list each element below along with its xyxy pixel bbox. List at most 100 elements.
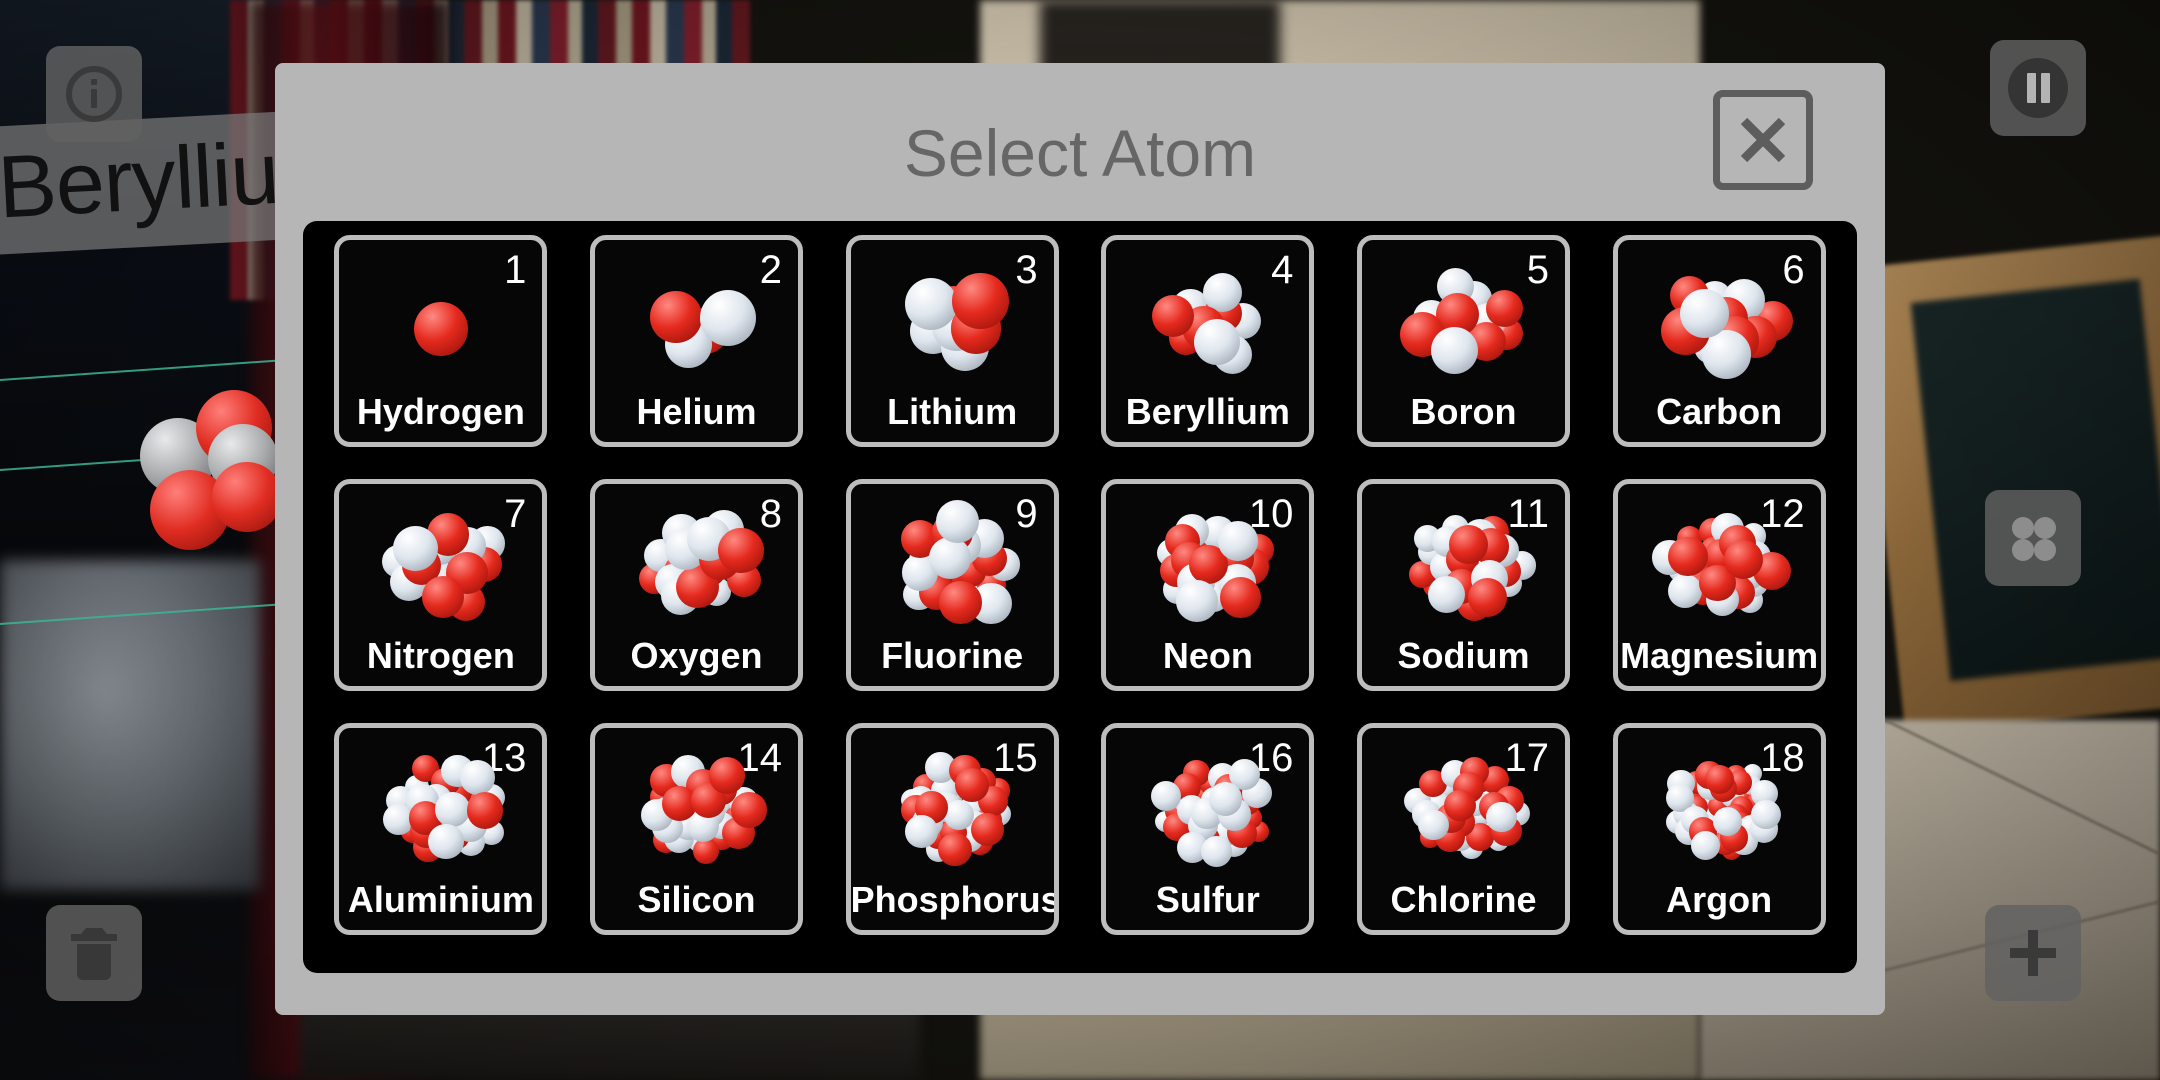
close-icon xyxy=(1740,117,1786,163)
atom-name: Boron xyxy=(1410,391,1517,432)
nucleon-proton xyxy=(1704,765,1734,795)
atom-number: 15 xyxy=(993,736,1038,780)
atom-cell-aluminium[interactable]: 13 Aluminium xyxy=(334,723,548,935)
atom-cell-sodium[interactable]: 11 Sodium xyxy=(1356,479,1570,691)
delete-button[interactable] xyxy=(46,905,142,1001)
nucleon-proton xyxy=(1668,536,1708,576)
nucleon-proton xyxy=(938,832,972,866)
atom-number: 10 xyxy=(1248,492,1294,536)
plus-icon xyxy=(2010,930,2056,976)
nucleon-neutron xyxy=(700,289,757,346)
atom-name: Aluminium xyxy=(347,879,534,920)
atom-name: Hydrogen xyxy=(356,391,525,432)
info-button[interactable] xyxy=(46,46,142,142)
nucleon-proton xyxy=(1444,789,1476,821)
atom-number: 9 xyxy=(1015,492,1038,536)
atom-cell-neon[interactable]: 10 Neon xyxy=(1101,479,1315,691)
atom-cell-phosphorus[interactable]: 15 Phosphorus xyxy=(845,723,1059,935)
atom-name: Sodium xyxy=(1397,635,1530,676)
select-atom-dialog: Select Atom 1 Hydrogen 2 Helium 3 Lithium 4 Ber… xyxy=(275,63,1885,1015)
atom-name: Nitrogen xyxy=(366,635,515,676)
nucleon-neutron xyxy=(1417,809,1449,841)
atom-name: Magnesium xyxy=(1620,635,1819,676)
atom-cell-helium[interactable]: 2 Helium xyxy=(589,235,803,447)
nucleon-proton xyxy=(1467,577,1508,618)
pause-icon xyxy=(2008,58,2068,118)
nucleon-neutron xyxy=(1217,521,1258,562)
nucleon-proton xyxy=(955,768,989,802)
atom-number: 11 xyxy=(1507,492,1549,536)
apps-grid-button[interactable] xyxy=(1985,490,2081,586)
nucleon-neutron xyxy=(1427,575,1465,613)
atom-name: Carbon xyxy=(1656,391,1783,432)
nucleon-proton xyxy=(466,792,504,829)
atom-number: 3 xyxy=(1015,248,1038,292)
atom-number: 1 xyxy=(504,248,527,292)
atom-number: 8 xyxy=(759,492,782,536)
info-icon xyxy=(66,66,122,122)
nucleon-neutron xyxy=(435,792,470,827)
atom-name: Beryllium xyxy=(1125,391,1290,432)
nucleon-neutron xyxy=(1680,288,1730,338)
close-button[interactable] xyxy=(1713,90,1813,190)
nucleon-proton xyxy=(731,792,767,828)
atom-cell-magnesium[interactable]: 12 Magnesium xyxy=(1612,479,1826,691)
atom-cell-oxygen[interactable]: 8 Oxygen xyxy=(589,479,803,691)
atom-cell-silicon[interactable]: 14 Silicon xyxy=(589,723,803,935)
atom-name: Fluorine xyxy=(881,635,1024,676)
atom-cell-chlorine[interactable]: 17 Chlorine xyxy=(1356,723,1570,935)
nucleon-proton xyxy=(952,273,1009,330)
atom-cell-hydrogen[interactable]: 1 Hydrogen xyxy=(334,235,548,447)
nucleon-proton xyxy=(414,301,468,356)
atom-cell-argon[interactable]: 18 Argon xyxy=(1612,723,1826,935)
atom-cell-sulfur[interactable]: 16 Sulfur xyxy=(1101,723,1315,935)
nucleon-neutron xyxy=(1691,830,1721,860)
nucleon-neutron xyxy=(428,823,464,860)
atom-number: 17 xyxy=(1504,736,1549,780)
atom-name: Lithium xyxy=(887,391,1018,432)
atom-number: 12 xyxy=(1760,492,1805,536)
dialog-header: Select Atom xyxy=(275,63,1885,221)
nucleon-neutron xyxy=(1200,836,1233,868)
atom-cell-boron[interactable]: 5 Boron xyxy=(1356,235,1570,447)
atom-cell-lithium[interactable]: 3 Lithium xyxy=(845,235,1059,447)
atom-number: 5 xyxy=(1526,248,1549,292)
nucleon-neutron xyxy=(1668,574,1702,609)
atom-number: 2 xyxy=(759,248,782,292)
nucleon-proton xyxy=(1448,525,1488,564)
page-title: Select Atom xyxy=(903,116,1257,190)
nucleon-proton xyxy=(970,812,1005,847)
atom-number: 4 xyxy=(1271,248,1294,292)
atom-name: Sulfur xyxy=(1155,879,1260,920)
nucleon-neutron xyxy=(905,815,938,848)
nucleon-neutron xyxy=(460,760,495,795)
four-dots-grid-icon xyxy=(2012,517,2056,561)
add-button[interactable] xyxy=(1985,905,2081,1001)
atom-cell-fluorine[interactable]: 9 Fluorine xyxy=(845,479,1059,691)
nucleon-proton xyxy=(717,527,764,574)
atom-cell-nitrogen[interactable]: 7 Nitrogen xyxy=(334,479,548,691)
nucleon-proton xyxy=(1219,576,1261,618)
nucleon-neutron xyxy=(1208,782,1243,816)
nucleon-neutron xyxy=(1751,799,1781,830)
nucleon-neutron xyxy=(935,499,980,544)
nucleon-proton xyxy=(693,838,720,865)
atom-number: 6 xyxy=(1782,248,1805,292)
atom-cell-beryllium[interactable]: 4 Beryllium xyxy=(1101,235,1315,447)
pause-button[interactable] xyxy=(1990,40,2086,136)
atom-name: Helium xyxy=(636,391,757,432)
nucleon-neutron xyxy=(928,536,972,580)
atom-cell-carbon[interactable]: 6 Carbon xyxy=(1612,235,1826,447)
atom-number: 18 xyxy=(1760,736,1805,780)
atom-name: Argon xyxy=(1666,879,1773,920)
atom-name: Chlorine xyxy=(1390,879,1537,920)
atom-grid: 1 Hydrogen 2 Helium 3 Lithium 4 Beryllium 5 Boron… xyxy=(303,221,1857,973)
atom-name: Neon xyxy=(1162,635,1253,676)
nucleon-proton xyxy=(708,757,746,794)
nucleon-proton xyxy=(212,462,282,532)
atom-name: Silicon xyxy=(637,879,756,920)
nucleon-neutron xyxy=(1485,801,1517,833)
atom-name: Phosphorus xyxy=(850,879,1059,920)
atom-number: 7 xyxy=(504,492,527,536)
nucleon-neutron xyxy=(904,277,958,331)
